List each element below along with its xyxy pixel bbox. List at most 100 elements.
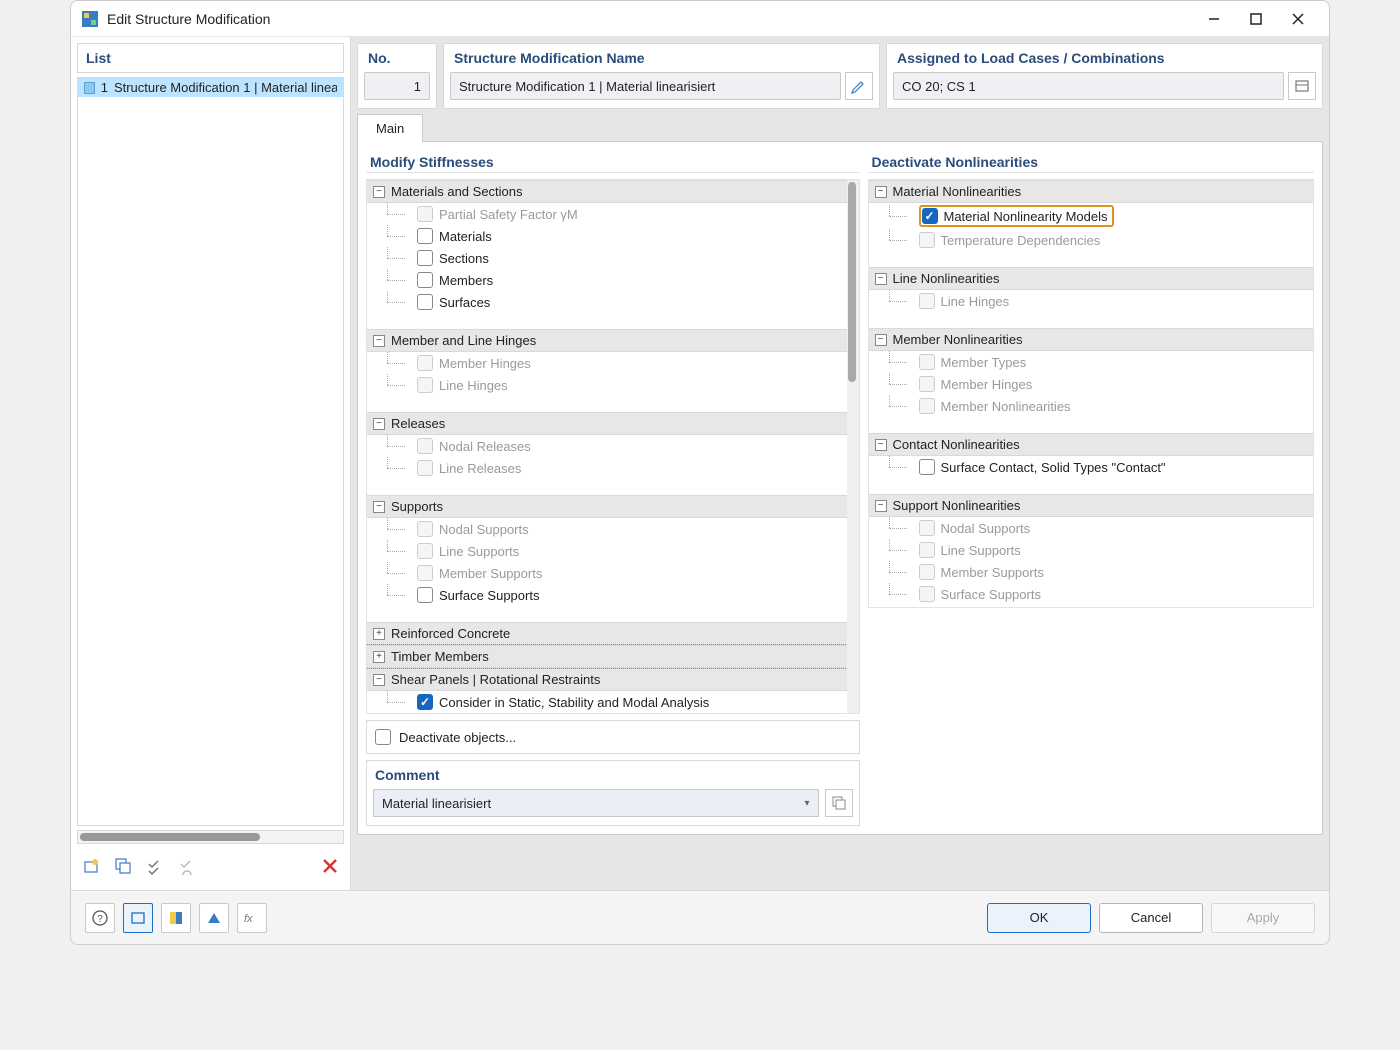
assigned-label: Assigned to Load Cases / Combinations [887, 44, 1322, 72]
list-horizontal-scrollbar[interactable] [77, 830, 344, 844]
collapse-icon[interactable]: − [875, 439, 887, 451]
name-card: Structure Modification Name Structure Mo… [443, 43, 880, 109]
copy-item-button[interactable] [109, 852, 137, 880]
checkbox [919, 398, 935, 414]
deactivate-objects-row[interactable]: Deactivate objects... [366, 720, 860, 754]
list-pane: List 1 Structure Modification 1 | Materi… [71, 37, 351, 890]
list-toolbar [77, 848, 344, 884]
group-member-nonlinearities[interactable]: −Member Nonlinearities [869, 328, 1314, 351]
list-item-icon [84, 82, 95, 94]
uncheck-all-button[interactable] [173, 852, 201, 880]
assigned-browse-button[interactable] [1288, 72, 1316, 100]
svg-text:fx: fx [244, 913, 253, 925]
collapse-icon[interactable]: − [373, 186, 385, 198]
view-mode-1-button[interactable] [123, 903, 153, 933]
collapse-icon[interactable]: − [373, 501, 385, 513]
modify-tree-scrollbar[interactable] [847, 180, 859, 713]
collapse-icon[interactable]: − [875, 273, 887, 285]
group-member-line-hinges[interactable]: −Member and Line Hinges [367, 329, 847, 352]
checkbox[interactable] [417, 587, 433, 603]
minimize-button[interactable] [1193, 4, 1235, 34]
modify-stiffnesses-header: Modify Stiffnesses [366, 150, 860, 173]
group-materials-sections[interactable]: −Materials and Sections [367, 180, 847, 203]
checkbox[interactable] [919, 459, 935, 475]
comment-copy-button[interactable] [825, 789, 853, 817]
group-releases[interactable]: −Releases [367, 412, 847, 435]
tab-content: Modify Stiffnesses −Materials and Sectio… [357, 142, 1323, 835]
highlighted-option: Material Nonlinearity Models [919, 205, 1114, 227]
apply-button: Apply [1211, 903, 1315, 933]
group-material-nonlinearities[interactable]: −Material Nonlinearities [869, 180, 1314, 203]
view-mode-3-button[interactable] [199, 903, 229, 933]
group-shear-panels[interactable]: −Shear Panels | Rotational Restraints [367, 668, 847, 691]
fx-button[interactable]: fx [237, 903, 267, 933]
name-field[interactable]: Structure Modification 1 | Material line… [450, 72, 841, 100]
collapse-icon[interactable]: − [373, 674, 385, 686]
group-support-nonlinearities[interactable]: −Support Nonlinearities [869, 494, 1314, 517]
assigned-card: Assigned to Load Cases / Combinations CO… [886, 43, 1323, 109]
view-mode-2-button[interactable] [161, 903, 191, 933]
checkbox [919, 520, 935, 536]
checkbox [417, 355, 433, 371]
checkbox[interactable] [417, 228, 433, 244]
checkbox [417, 206, 433, 222]
detail-pane: No. 1 Structure Modification Name Struct… [351, 37, 1329, 890]
collapse-icon[interactable]: − [373, 335, 385, 347]
expand-icon[interactable]: + [373, 651, 385, 663]
group-timber-members[interactable]: +Timber Members [367, 645, 847, 668]
svg-text:?: ? [97, 914, 103, 925]
comment-header: Comment [366, 760, 860, 785]
rename-button[interactable] [845, 72, 873, 100]
group-supports[interactable]: −Supports [367, 495, 847, 518]
group-reinforced-concrete[interactable]: +Reinforced Concrete [367, 622, 847, 645]
delete-item-button[interactable] [316, 852, 344, 880]
checkbox [417, 460, 433, 476]
cancel-button[interactable]: Cancel [1099, 903, 1203, 933]
checkbox [919, 293, 935, 309]
no-card: No. 1 [357, 43, 437, 109]
checkbox [417, 438, 433, 454]
modify-tree: −Materials and Sections Partial Safety F… [366, 179, 860, 714]
app-icon [81, 10, 99, 28]
checkbox [919, 586, 935, 602]
deactivate-tree: −Material Nonlinearities Material Nonlin… [868, 179, 1315, 608]
close-button[interactable] [1277, 4, 1319, 34]
comment-combobox[interactable]: Material linearisiert ▾ [373, 789, 819, 817]
checkbox [919, 354, 935, 370]
list-box[interactable]: 1 Structure Modification 1 | Material li… [77, 77, 344, 826]
collapse-icon[interactable]: − [875, 186, 887, 198]
check-all-button[interactable] [141, 852, 169, 880]
help-button[interactable]: ? [85, 903, 115, 933]
group-line-nonlinearities[interactable]: −Line Nonlinearities [869, 267, 1314, 290]
chevron-down-icon: ▾ [804, 798, 809, 809]
ok-button[interactable]: OK [987, 903, 1091, 933]
collapse-icon[interactable]: − [875, 334, 887, 346]
checkbox [919, 542, 935, 558]
checkbox[interactable] [375, 729, 391, 745]
maximize-button[interactable] [1235, 4, 1277, 34]
collapse-icon[interactable]: − [875, 500, 887, 512]
checkbox[interactable] [922, 208, 938, 224]
checkbox[interactable] [417, 694, 433, 710]
expand-icon[interactable]: + [373, 628, 385, 640]
dialog-footer: ? fx OK Cancel Apply [71, 890, 1329, 944]
checkbox[interactable] [417, 294, 433, 310]
no-field[interactable]: 1 [364, 72, 430, 100]
list-item-label: Structure Modification 1 | Material line… [114, 80, 337, 95]
checkbox [417, 521, 433, 537]
checkbox [919, 232, 935, 248]
list-item[interactable]: 1 Structure Modification 1 | Material li… [78, 78, 343, 97]
tab-bar: Main [357, 113, 1323, 142]
group-contact-nonlinearities[interactable]: −Contact Nonlinearities [869, 433, 1314, 456]
checkbox [417, 377, 433, 393]
new-item-button[interactable] [77, 852, 105, 880]
name-label: Structure Modification Name [444, 44, 879, 72]
collapse-icon[interactable]: − [373, 418, 385, 430]
window-title: Edit Structure Modification [107, 11, 1193, 27]
assigned-field[interactable]: CO 20; CS 1 [893, 72, 1284, 100]
checkbox[interactable] [417, 250, 433, 266]
tab-main[interactable]: Main [357, 114, 423, 142]
checkbox [417, 565, 433, 581]
checkbox[interactable] [417, 272, 433, 288]
checkbox [919, 376, 935, 392]
